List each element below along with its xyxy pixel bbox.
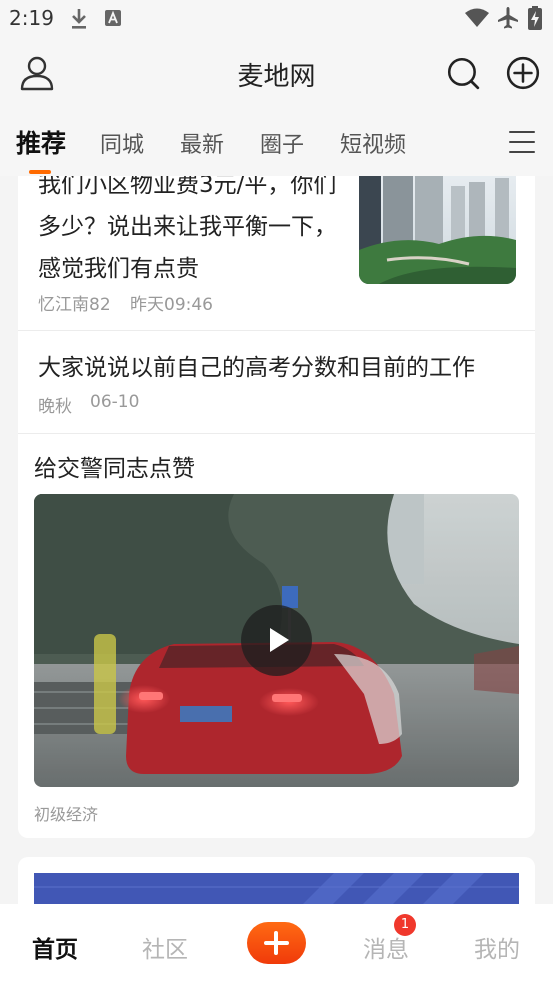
article-time: 06-10 <box>90 392 140 412</box>
feed-item-article[interactable]: 我们小区物业费3元/平，你们多少？说出来让我平衡一下，感觉我们有点贵 忆江南82… <box>18 176 535 330</box>
nav-profile[interactable]: 我的 <box>474 930 520 964</box>
status-bar: 2:19 <box>0 0 553 38</box>
tab-recommend[interactable]: 推荐 <box>16 124 66 160</box>
article-author: 忆江南82 <box>38 295 111 315</box>
wifi-icon <box>465 8 489 27</box>
battery-charging-icon <box>528 6 542 30</box>
download-icon <box>72 9 86 29</box>
airplane-icon <box>498 7 518 29</box>
article-author: 晚秋 <box>38 397 72 417</box>
status-time: 2:19 <box>9 6 54 30</box>
video-category: 初级经济 <box>34 805 99 824</box>
nav-home[interactable]: 首页 <box>32 930 78 964</box>
nav-community[interactable]: 社区 <box>142 930 188 964</box>
add-circle-icon[interactable] <box>505 55 541 91</box>
feed-item-article[interactable]: 大家说说以前自己的高考分数和目前的工作 晚秋 06-10 <box>18 331 535 434</box>
message-badge: 1 <box>394 914 416 936</box>
tab-latest[interactable]: 最新 <box>180 127 224 159</box>
category-tabs: 推荐 同城 最新 圈子 短视频 <box>0 110 553 176</box>
publish-plus-button[interactable] <box>247 922 306 964</box>
article-thumbnail <box>359 176 516 284</box>
feed-list[interactable]: 我们小区物业费3元/平，你们多少？说出来让我平衡一下，感觉我们有点贵 忆江南82… <box>0 176 553 904</box>
feed-item-video[interactable]: 给交警同志点赞 初级经济 <box>18 434 535 838</box>
feed-item-banner[interactable] <box>18 857 535 904</box>
article-title: 我们小区物业费3元/平，你们多少？说出来让我平衡一下，感觉我们有点贵 <box>38 176 337 282</box>
article-time: 昨天09:46 <box>130 295 213 315</box>
play-icon[interactable] <box>241 605 312 676</box>
video-title: 给交警同志点赞 <box>34 456 195 482</box>
tab-short-video[interactable]: 短视频 <box>340 127 406 159</box>
app-header: 麦地网 <box>0 38 553 110</box>
video-thumbnail[interactable] <box>34 494 519 787</box>
active-tab-indicator <box>29 170 51 174</box>
search-icon[interactable] <box>445 55 481 91</box>
menu-icon[interactable] <box>509 131 535 155</box>
bottom-navigation: 首页 社区 消息 1 我的 <box>0 904 553 984</box>
font-app-icon <box>105 10 121 26</box>
banner-image[interactable] <box>34 873 519 904</box>
tab-local[interactable]: 同城 <box>100 127 144 159</box>
article-title: 大家说说以前自己的高考分数和目前的工作 <box>38 355 475 381</box>
tab-circles[interactable]: 圈子 <box>260 127 304 159</box>
